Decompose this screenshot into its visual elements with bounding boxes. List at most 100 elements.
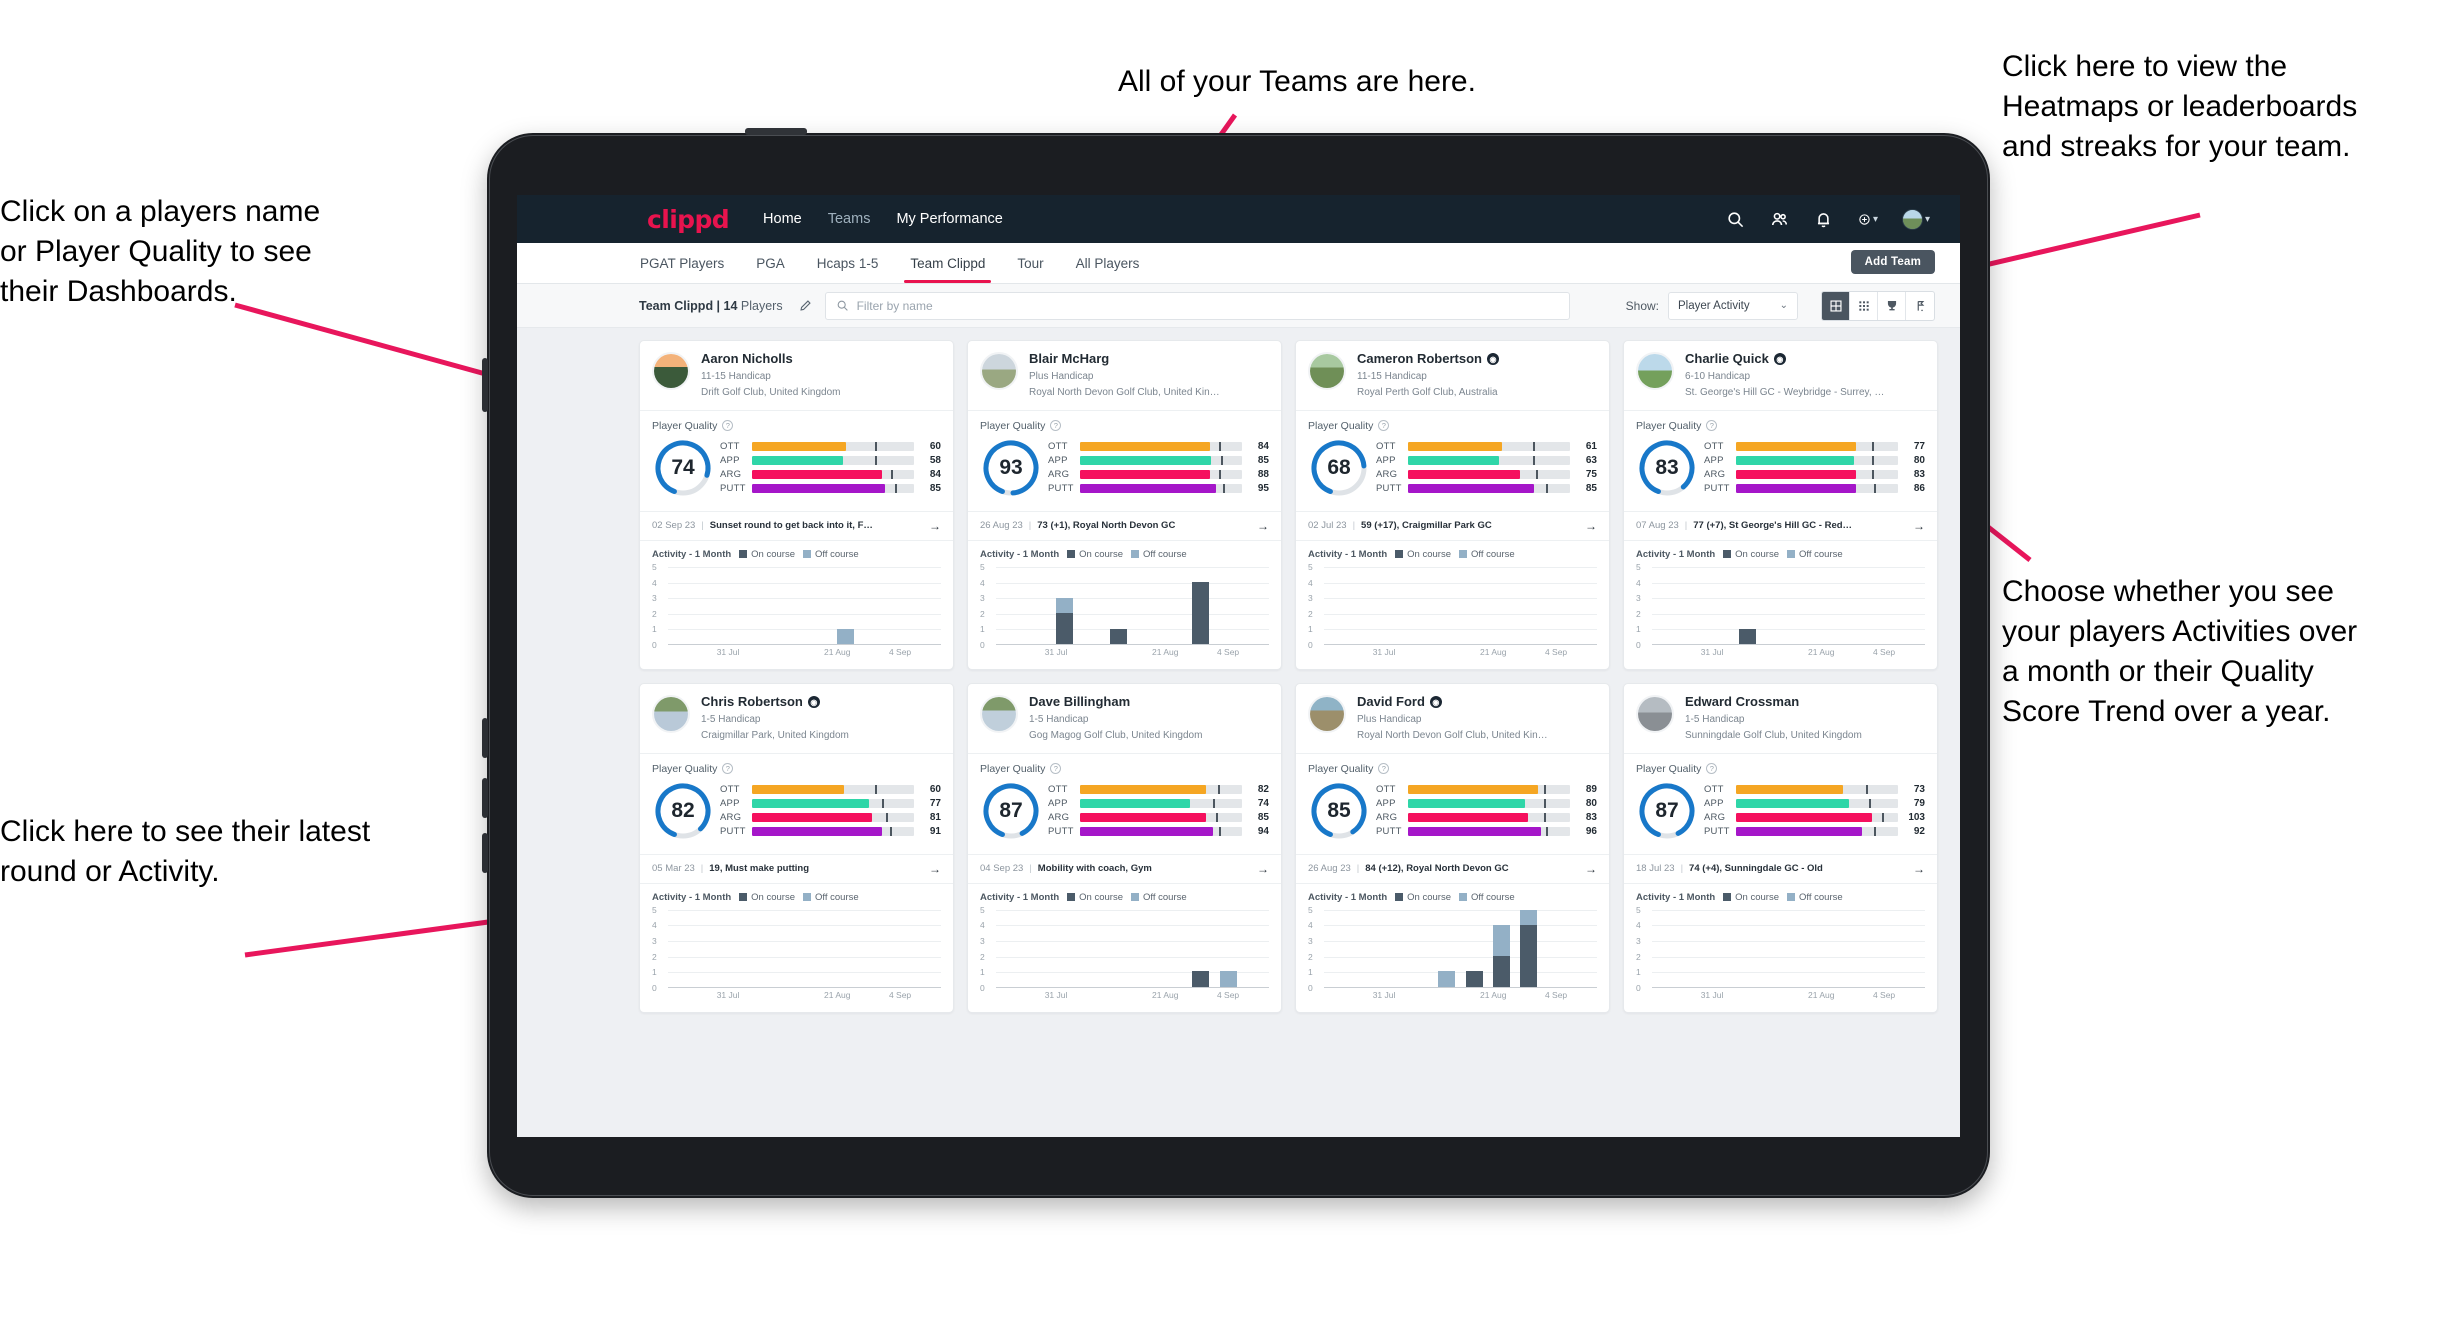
- player-name[interactable]: Charlie Quick ◉: [1685, 351, 1884, 367]
- search-input[interactable]: Filter by name: [824, 291, 1570, 320]
- help-icon[interactable]: ?: [1706, 420, 1718, 432]
- help-icon[interactable]: ?: [1050, 420, 1062, 432]
- help-icon[interactable]: ?: [1706, 763, 1718, 775]
- player-quality-section[interactable]: Player Quality? 87 OTT 73 APP 79 ARG 103 PUTT 92: [1624, 754, 1937, 854]
- arrow-right-icon[interactable]: →: [1585, 862, 1597, 876]
- bar-segment-off-course: [1492, 925, 1510, 957]
- avatar[interactable]: [1636, 352, 1674, 390]
- avatar[interactable]: ▾: [1901, 208, 1930, 230]
- player-card[interactable]: Dave Billingham 1-5 Handicap Gog Magog Gol…: [967, 682, 1282, 1013]
- help-icon[interactable]: ?: [1050, 763, 1062, 775]
- arrow-right-icon[interactable]: →: [929, 519, 941, 533]
- player-quality-section[interactable]: Player Quality? 82 OTT 60 APP 77 ARG 81 PUTT 91: [640, 754, 953, 854]
- player-name[interactable]: Aaron Nicholls: [701, 351, 841, 367]
- metric-row: ARG 83: [1376, 812, 1597, 823]
- player-card[interactable]: Blair McHarg Plus Handicap Royal North Dev…: [967, 340, 1282, 670]
- bell-icon[interactable]: [1814, 209, 1834, 229]
- help-icon[interactable]: ?: [722, 763, 734, 775]
- player-name[interactable]: Chris Robertson ◉: [701, 694, 849, 710]
- player-quality-section[interactable]: Player Quality? 85 OTT 89 APP 80 ARG 83 PUTT 96: [1296, 754, 1609, 854]
- volume-button-2[interactable]: [482, 718, 488, 758]
- latest-round-row[interactable]: 02 Jul 23 | 59 (+17), Craigmillar Park GC →: [1296, 510, 1609, 541]
- search-icon[interactable]: [1726, 209, 1746, 229]
- add-team-button[interactable]: Add Team: [1850, 250, 1935, 274]
- player-quality-section[interactable]: Player Quality? 87 OTT 82 APP 74 ARG 85 PUTT 94: [968, 754, 1281, 854]
- avatar[interactable]: [980, 352, 1018, 390]
- trophy-icon[interactable]: [1878, 291, 1906, 320]
- chevron-down-icon[interactable]: ▾: [1873, 214, 1878, 225]
- player-card[interactable]: David Ford ◉ Plus Handicap Royal North Devo…: [1295, 682, 1610, 1013]
- latest-round-row[interactable]: 04 Sep 23 | Mobility with coach, Gym →: [968, 853, 1281, 884]
- latest-round-row[interactable]: 02 Sep 23 | Sunset round to get back into …: [640, 510, 953, 541]
- player-quality-section[interactable]: Player Quality? 83 OTT 77 APP 80 ARG 83 PUTT 86: [1624, 411, 1937, 511]
- avatar[interactable]: [1308, 352, 1346, 390]
- volume-button-3[interactable]: [482, 778, 488, 818]
- clippd-logo[interactable]: clippd: [647, 205, 730, 234]
- player-name[interactable]: Blair McHarg: [1029, 351, 1220, 367]
- help-icon[interactable]: ?: [1378, 420, 1390, 432]
- help-icon[interactable]: ?: [1378, 763, 1390, 775]
- arrow-right-icon[interactable]: →: [929, 862, 941, 876]
- player-card[interactable]: Cameron Robertson ◉ 11-15 Handicap Royal Pe…: [1295, 340, 1610, 670]
- player-card-header[interactable]: Blair McHarg Plus Handicap Royal North Dev…: [968, 341, 1281, 411]
- nav-right-actions: ▾ ▾: [1726, 208, 1930, 230]
- arrow-right-icon[interactable]: →: [1585, 519, 1597, 533]
- player-card-header[interactable]: David Ford ◉ Plus Handicap Royal North Devo…: [1296, 684, 1609, 754]
- dense-grid-icon[interactable]: [1850, 291, 1878, 320]
- chevron-down-icon-avatar[interactable]: ▾: [1925, 214, 1930, 225]
- player-quality-section[interactable]: Player Quality? 93 OTT 84 APP 85 ARG 88 PUTT 95: [968, 411, 1281, 511]
- latest-round-row[interactable]: 18 Jul 23 | 74 (+4), Sunningdale GC - Old →: [1624, 853, 1937, 884]
- volume-button-4[interactable]: [482, 833, 488, 873]
- player-card-header[interactable]: Chris Robertson ◉ 1-5 Handicap Craigmillar …: [640, 684, 953, 754]
- player-card-header[interactable]: Aaron Nicholls 11-15 Handicap Drift Golf C…: [640, 341, 953, 411]
- player-card[interactable]: Charlie Quick ◉ 6-10 Handicap St. George's …: [1623, 340, 1938, 670]
- player-name[interactable]: David Ford ◉: [1357, 694, 1548, 710]
- metric-value: 103: [1908, 812, 1925, 824]
- avatar[interactable]: [1636, 694, 1674, 733]
- nav-link-my-performance[interactable]: My Performance: [896, 211, 1002, 227]
- player-name[interactable]: Edward Crossman: [1685, 694, 1862, 710]
- avatar[interactable]: [980, 694, 1018, 733]
- player-name[interactable]: Dave Billingham: [1029, 694, 1202, 710]
- latest-round-row[interactable]: 26 Aug 23 | 73 (+1), Royal North Devon GC →: [968, 510, 1281, 541]
- latest-round-row[interactable]: 05 Mar 23 | 19, Must make putting →: [640, 853, 953, 884]
- people-icon[interactable]: [1770, 209, 1790, 229]
- player-card[interactable]: Chris Robertson ◉ 1-5 Handicap Craigmillar …: [639, 682, 954, 1013]
- tab-pga[interactable]: PGA: [755, 246, 786, 281]
- quality-ring: 87: [1636, 780, 1698, 842]
- player-quality-section[interactable]: Player Quality? 68 OTT 61 APP 63 ARG 75 PUTT 85: [1296, 411, 1609, 511]
- help-icon[interactable]: ?: [722, 420, 734, 432]
- tab-team-clippd[interactable]: Team Clippd: [904, 246, 992, 283]
- arrow-right-icon[interactable]: →: [1257, 519, 1269, 533]
- tab-tour[interactable]: Tour: [1016, 246, 1044, 281]
- latest-round-row[interactable]: 07 Aug 23 | 77 (+7), St George's Hill GC -…: [1624, 510, 1937, 541]
- player-card-header[interactable]: Edward Crossman 1-5 Handicap Sunningdale G…: [1624, 684, 1937, 754]
- tab-pgat-players[interactable]: PGAT Players: [639, 246, 725, 281]
- player-card[interactable]: Edward Crossman 1-5 Handicap Sunningdale G…: [1623, 682, 1938, 1013]
- player-card-header[interactable]: Dave Billingham 1-5 Handicap Gog Magog Gol…: [968, 684, 1281, 754]
- edit-team-icon[interactable]: [793, 293, 819, 319]
- metric-value: 80: [1585, 798, 1597, 810]
- nav-link-teams[interactable]: Teams: [828, 211, 871, 227]
- player-quality-section[interactable]: Player Quality? 74 OTT 60 APP 58 ARG 84 PUTT 85: [640, 411, 953, 511]
- show-select[interactable]: Player Activity ⌄: [1668, 291, 1798, 320]
- latest-round-row[interactable]: 26 Aug 23 | 84 (+12), Royal North Devon GC…: [1296, 853, 1609, 884]
- player-name[interactable]: Cameron Robertson ◉: [1357, 351, 1499, 367]
- avatar[interactable]: [652, 694, 690, 733]
- arrow-right-icon[interactable]: →: [1257, 862, 1269, 876]
- plus-circle-icon[interactable]: ▾: [1858, 209, 1878, 229]
- player-card[interactable]: Aaron Nicholls 11-15 Handicap Drift Golf C…: [639, 340, 954, 670]
- grid-view-icon[interactable]: [1822, 291, 1850, 320]
- nav-link-home[interactable]: Home: [763, 211, 802, 227]
- avatar[interactable]: [1308, 694, 1346, 733]
- power-button[interactable]: [745, 128, 807, 135]
- player-card-header[interactable]: Charlie Quick ◉ 6-10 Handicap St. George's …: [1624, 341, 1937, 411]
- flag-heatmap-icon[interactable]: [1906, 292, 1934, 320]
- arrow-right-icon[interactable]: →: [1913, 862, 1925, 876]
- player-card-header[interactable]: Cameron Robertson ◉ 11-15 Handicap Royal Pe…: [1296, 341, 1609, 411]
- arrow-right-icon[interactable]: →: [1913, 519, 1925, 533]
- avatar[interactable]: [652, 352, 690, 390]
- tab-hcaps-1-5[interactable]: Hcaps 1-5: [816, 246, 880, 281]
- tab-all-players[interactable]: All Players: [1075, 246, 1141, 281]
- volume-button-1[interactable]: [482, 358, 488, 412]
